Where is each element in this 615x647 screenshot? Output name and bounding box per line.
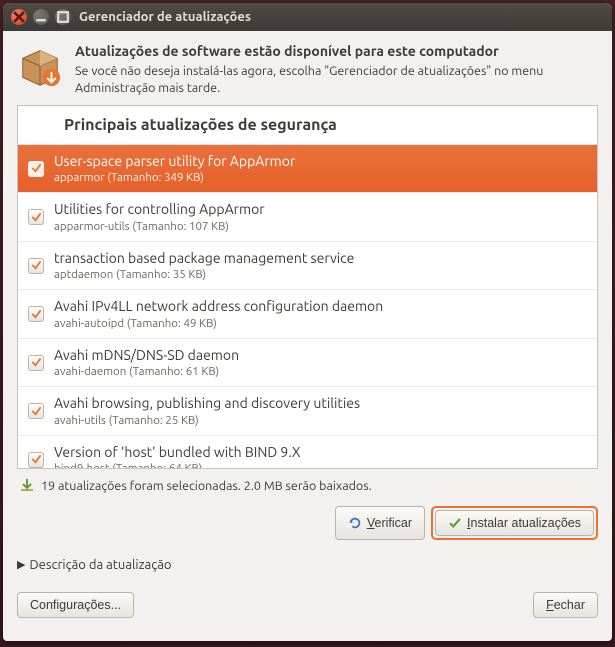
maximize-window-button[interactable]	[55, 9, 71, 25]
update-text: transaction based package management ser…	[54, 250, 589, 282]
update-checkbox[interactable]	[28, 355, 44, 371]
update-subtitle: aptdaemon (Tamanho: 35 KB)	[54, 268, 589, 281]
download-icon	[19, 477, 35, 496]
expander-triangle-icon: ▶	[17, 558, 25, 571]
update-checkbox[interactable]	[28, 258, 44, 274]
update-row[interactable]: Version of 'host' bundled with BIND 9.Xb…	[18, 436, 597, 469]
window-title: Gerenciador de atualizações	[79, 10, 251, 24]
description-expander[interactable]: ▶ Descrição da atualização	[17, 558, 598, 572]
update-title: Avahi browsing, publishing and discovery…	[54, 395, 589, 413]
titlebar[interactable]: Gerenciador de atualizações	[3, 3, 612, 31]
update-text: Version of 'host' bundled with BIND 9.Xb…	[54, 444, 589, 469]
minimize-window-button[interactable]	[33, 9, 49, 25]
update-text: Avahi mDNS/DNS-SD daemonavahi-daemon (Ta…	[54, 347, 589, 379]
content-area: Atualizações de software estão disponíve…	[3, 31, 612, 641]
update-checkbox[interactable]	[28, 452, 44, 468]
list-section-header: Principais atualizações de segurança	[18, 106, 597, 145]
update-row[interactable]: Avahi browsing, publishing and discovery…	[18, 387, 597, 436]
update-title: Avahi IPv4LL network address configurati…	[54, 298, 589, 316]
status-text: 19 atualizações foram selecionadas. 2.0 …	[41, 479, 372, 493]
check-button[interactable]: Verificar	[335, 506, 425, 540]
header-description: Se você não deseja instalá-las agora, es…	[75, 63, 598, 97]
maximize-icon	[55, 9, 71, 25]
update-checkbox[interactable]	[28, 209, 44, 225]
install-button[interactable]: Instalar atualizações	[435, 510, 594, 536]
updates-list[interactable]: Principais atualizações de segurança Use…	[17, 105, 598, 469]
update-title: transaction based package management ser…	[54, 250, 589, 268]
header-text: Atualizações de software estão disponíve…	[75, 43, 598, 97]
update-row[interactable]: Utilities for controlling AppArmorapparm…	[18, 193, 597, 242]
install-button-highlight: Instalar atualizações	[431, 506, 598, 540]
update-title: Utilities for controlling AppArmor	[54, 201, 589, 219]
settings-button[interactable]: Configurações...	[17, 592, 134, 618]
close-button-label: Fechar	[546, 598, 585, 612]
header-heading: Atualizações de software estão disponíve…	[75, 43, 598, 59]
update-row[interactable]: transaction based package management ser…	[18, 242, 597, 291]
update-row[interactable]: User-space parser utility for AppArmorap…	[18, 145, 597, 194]
check-button-label: Verificar	[367, 516, 412, 530]
refresh-icon	[348, 516, 362, 530]
update-row[interactable]: Avahi mDNS/DNS-SD daemonavahi-daemon (Ta…	[18, 339, 597, 388]
footer-buttons: Configurações... Fechar	[17, 592, 598, 618]
update-title: Avahi mDNS/DNS-SD daemon	[54, 347, 589, 365]
update-subtitle: avahi-daemon (Tamanho: 61 KB)	[54, 365, 589, 378]
update-text: User-space parser utility for AppArmorap…	[54, 153, 589, 185]
update-title: Version of 'host' bundled with BIND 9.X	[54, 444, 589, 462]
expander-label: Descrição da atualização	[29, 558, 171, 572]
update-checkbox[interactable]	[28, 403, 44, 419]
window-controls	[11, 9, 71, 25]
apply-icon	[448, 516, 462, 530]
update-row[interactable]: Avahi IPv4LL network address configurati…	[18, 290, 597, 339]
close-window-button[interactable]	[11, 9, 27, 25]
update-subtitle: bind9-host (Tamanho: 64 KB)	[54, 462, 589, 469]
update-text: Avahi browsing, publishing and discovery…	[54, 395, 589, 427]
update-subtitle: avahi-autoipd (Tamanho: 49 KB)	[54, 317, 589, 330]
close-button[interactable]: Fechar	[533, 592, 598, 618]
install-button-label: Instalar atualizações	[467, 516, 581, 530]
update-title: User-space parser utility for AppArmor	[54, 153, 589, 171]
update-checkbox[interactable]	[28, 306, 44, 322]
close-icon	[11, 9, 27, 25]
status-row: 19 atualizações foram selecionadas. 2.0 …	[17, 477, 598, 496]
update-subtitle: apparmor-utils (Tamanho: 107 KB)	[54, 220, 589, 233]
header: Atualizações de software estão disponíve…	[17, 43, 598, 97]
update-text: Utilities for controlling AppArmorapparm…	[54, 201, 589, 233]
update-subtitle: apparmor (Tamanho: 349 KB)	[54, 171, 589, 184]
update-checkbox[interactable]	[28, 161, 44, 177]
update-subtitle: avahi-utils (Tamanho: 25 KB)	[54, 414, 589, 427]
package-icon	[17, 43, 63, 93]
update-manager-window: Gerenciador de atualizações Atualizações…	[3, 3, 612, 641]
action-buttons: Verificar Instalar atualizações	[17, 506, 598, 540]
minimize-icon	[33, 9, 49, 25]
update-text: Avahi IPv4LL network address configurati…	[54, 298, 589, 330]
